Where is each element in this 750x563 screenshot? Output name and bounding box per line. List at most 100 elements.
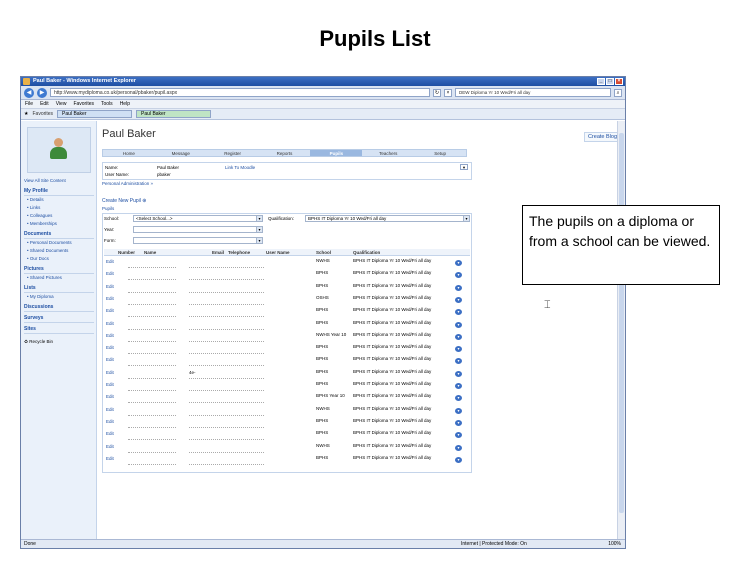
col-number[interactable]: Number [118, 249, 135, 256]
edit-link[interactable]: Edit [106, 296, 114, 301]
nav-item-details[interactable]: Details [24, 196, 94, 204]
qualification-cell: BPHS IT Diploma Yr 10 Wed/Fri all day [353, 344, 432, 350]
favorites-button[interactable]: Favorites [32, 111, 53, 117]
nav-heading-discussions[interactable]: Discussions [24, 303, 94, 312]
edit-link[interactable]: Edit [106, 431, 114, 436]
row-menu-icon[interactable]: ▾ [455, 444, 462, 451]
link-to-moodle[interactable]: Link To Moodle [225, 164, 255, 171]
menu-edit[interactable]: Edit [40, 100, 49, 108]
school-select[interactable]: <Select School...> ▾ [133, 215, 263, 222]
col-user-name[interactable]: User Name [266, 249, 290, 256]
nav-item-shared-documents[interactable]: Shared Documents [24, 247, 94, 255]
edit-link[interactable]: Edit [106, 444, 114, 449]
year-select[interactable]: ▾ [133, 226, 263, 233]
tab-setup[interactable]: Setup [414, 150, 466, 156]
email-cell-line [189, 414, 264, 416]
menu-tools[interactable]: Tools [101, 100, 113, 108]
edit-link[interactable]: Edit [106, 407, 114, 412]
create-blog-button[interactable]: Create Blog [583, 132, 621, 142]
nav-item-our-docs[interactable]: Our Docs [24, 255, 94, 263]
edit-link[interactable]: Edit [106, 333, 114, 338]
view-all-site-content-link[interactable]: View All Site Content [24, 177, 94, 185]
tab-teachers[interactable]: Teachers [362, 150, 414, 156]
row-menu-icon[interactable]: ▾ [455, 407, 462, 414]
nav-heading-pictures[interactable]: Pictures [24, 265, 94, 274]
tab-pupils[interactable]: Pupils [310, 150, 363, 156]
minimize-icon[interactable]: _ [597, 78, 605, 85]
edit-link[interactable]: Edit [106, 284, 114, 289]
row-menu-icon[interactable]: ▾ [455, 260, 462, 266]
chevron-down-icon[interactable]: ▾ [460, 164, 468, 170]
row-menu-icon[interactable]: ▾ [455, 321, 462, 328]
row-menu-icon[interactable]: ▾ [455, 358, 462, 365]
nav-heading-my-profile[interactable]: My Profile [24, 187, 94, 196]
nav-item-my-diploma[interactable]: My Diploma [24, 293, 94, 301]
recycle-bin-link[interactable]: ♻ Recycle Bin [24, 338, 94, 346]
edit-link[interactable]: Edit [106, 357, 114, 362]
tab-message[interactable]: Message [155, 150, 207, 156]
nav-item-colleagues[interactable]: Colleagues [24, 212, 94, 220]
row-menu-icon[interactable]: ▾ [455, 333, 462, 340]
form-select[interactable]: ▾ [133, 237, 263, 244]
qualification-select[interactable]: BPHS IT Diploma Yr 10 Wed/Fri all day ▾ [305, 215, 470, 222]
menu-view[interactable]: View [56, 100, 67, 108]
close-icon[interactable]: × [615, 78, 623, 85]
row-menu-icon[interactable]: ▾ [455, 395, 462, 402]
edit-link[interactable]: Edit [106, 308, 114, 313]
nav-item-personal-documents[interactable]: Personal Documents [24, 239, 94, 247]
search-icon[interactable]: ⌕ [614, 88, 622, 97]
row-menu-icon[interactable]: ▾ [455, 432, 462, 439]
edit-link[interactable]: Edit [106, 394, 114, 399]
edit-link[interactable]: Edit [106, 419, 114, 424]
col-telephone[interactable]: Telephone [228, 249, 250, 256]
nav-item-memberships[interactable]: Memberships [24, 220, 94, 228]
row-menu-icon[interactable]: ▾ [455, 419, 462, 426]
tab-paul-baker-2[interactable]: Paul Baker [136, 110, 212, 118]
star-icon[interactable]: ★ [24, 111, 28, 117]
row-menu-icon[interactable]: ▾ [455, 383, 462, 389]
personal-administration-link[interactable]: Personal Administration » [102, 181, 153, 186]
row-menu-icon[interactable]: ▾ [455, 284, 462, 291]
col-qualification[interactable]: Qualification [353, 249, 380, 256]
search-input[interactable]: DEW Diploma Yr 10 Wed/Fri all day [455, 88, 611, 97]
create-new-pupil-link[interactable]: Create New Pupil ⊕ [102, 198, 147, 204]
col-email[interactable]: Email [212, 249, 224, 256]
tab-paul-baker-1[interactable]: Paul Baker [57, 110, 133, 118]
maximize-icon[interactable]: □ [606, 78, 614, 85]
nav-heading-surveys[interactable]: Surveys [24, 314, 94, 323]
forward-icon[interactable]: ▶ [37, 87, 47, 98]
nav-heading-lists[interactable]: Lists [24, 284, 94, 293]
menu-help[interactable]: Help [120, 100, 130, 108]
refresh-icon[interactable]: ↻ [433, 88, 441, 97]
email-cell: 4e- [189, 369, 196, 375]
vertical-scrollbar[interactable] [617, 121, 625, 539]
edit-link[interactable]: Edit [106, 271, 114, 276]
edit-link[interactable]: Edit [106, 370, 114, 375]
tab-register[interactable]: Register [207, 150, 259, 156]
stop-icon[interactable]: × [444, 88, 452, 97]
menu-file[interactable]: File [25, 100, 33, 108]
row-menu-icon[interactable]: ▾ [455, 309, 462, 316]
tab-reports[interactable]: Reports [259, 150, 311, 156]
url-input[interactable]: http://www.mydiploma.co.uk/personal/pbak… [50, 88, 430, 97]
col-name[interactable]: Name [144, 249, 156, 256]
edit-link[interactable]: Edit [106, 259, 114, 264]
row-menu-icon[interactable]: ▾ [455, 370, 462, 377]
edit-link[interactable]: Edit [106, 321, 114, 326]
nav-item-links[interactable]: Links [24, 204, 94, 212]
row-menu-icon[interactable]: ▾ [455, 456, 462, 463]
row-menu-icon[interactable]: ▾ [455, 272, 462, 279]
row-menu-icon[interactable]: ▾ [455, 296, 462, 303]
col-school[interactable]: School [316, 249, 331, 256]
zoom-level[interactable]: 100% [608, 540, 621, 548]
row-menu-icon[interactable]: ▾ [455, 346, 462, 353]
edit-link[interactable]: Edit [106, 456, 114, 461]
edit-link[interactable]: Edit [106, 382, 114, 387]
nav-heading-documents[interactable]: Documents [24, 230, 94, 239]
tab-home[interactable]: Home [103, 150, 155, 156]
menu-favorites[interactable]: Favorites [73, 100, 94, 108]
nav-item-shared-pictures[interactable]: Shared Pictures [24, 274, 94, 282]
nav-heading-sites[interactable]: Sites [24, 325, 94, 334]
edit-link[interactable]: Edit [106, 345, 114, 350]
back-icon[interactable]: ◀ [24, 87, 34, 98]
